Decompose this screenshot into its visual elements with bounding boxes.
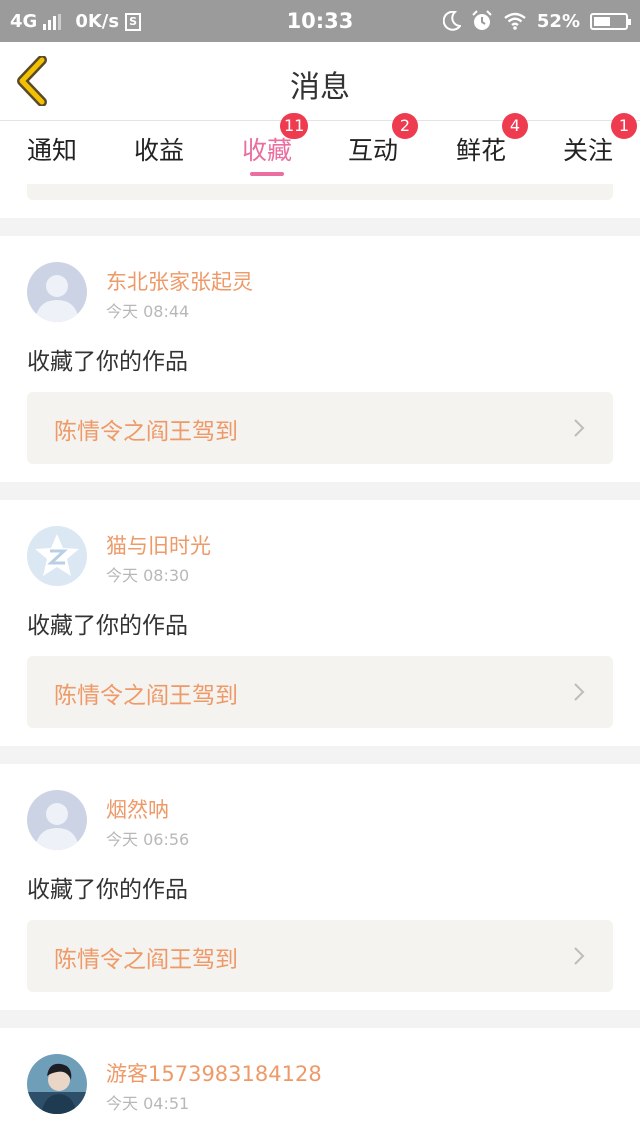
unread-badge: 4 (502, 113, 528, 139)
battery-fill (594, 16, 610, 26)
timestamp: 今天 08:44 (106, 302, 190, 321)
tab-label: 收益 (134, 136, 185, 165)
message-card[interactable]: 游客1573983184128 今天 04:51 (0, 1028, 640, 1138)
tab-label: 互动 (348, 136, 399, 165)
timestamp: 今天 04:51 (106, 1094, 190, 1113)
tab-label: 关注 (563, 136, 614, 165)
timestamp: 今天 08:30 (106, 566, 190, 585)
username[interactable]: 烟然呐 (106, 794, 169, 824)
tab-notice[interactable]: 通知 (27, 131, 77, 167)
work-link[interactable]: 陈情令之阎王驾到 (27, 656, 613, 728)
partial-message-card (0, 184, 640, 218)
work-title: 陈情令之阎王驾到 (54, 419, 238, 445)
tab-bar: 通知 收益 收藏 11 互动 2 鲜花 4 关注 1 (0, 113, 640, 185)
message-card[interactable]: 烟然呐 今天 06:56 收藏了你的作品 陈情令之阎王驾到 (0, 764, 640, 1010)
tab-label: 通知 (27, 136, 78, 165)
wifi-icon (504, 12, 526, 30)
work-title: 陈情令之阎王驾到 (54, 947, 238, 973)
action-text: 收藏了你的作品 (27, 613, 188, 639)
qq-avatar-icon[interactable] (27, 526, 87, 586)
battery-icon (590, 12, 631, 30)
page-title: 消息 (290, 70, 350, 105)
tab-interaction[interactable]: 互动 2 (348, 113, 418, 167)
battery-percent: 52% (536, 10, 580, 32)
moon-icon (442, 11, 461, 31)
unread-badge: 2 (392, 113, 418, 139)
status-right: 52% (442, 10, 631, 32)
tab-favorites[interactable]: 收藏 11 (242, 113, 309, 176)
chevron-right-icon (574, 947, 585, 965)
work-link[interactable]: 陈情令之阎王驾到 (27, 920, 613, 992)
timestamp: 今天 06:56 (106, 830, 190, 849)
tab-flowers[interactable]: 鲜花 4 (456, 113, 528, 167)
tab-follow[interactable]: 关注 1 (563, 113, 637, 167)
chevron-right-icon (574, 419, 585, 437)
message-card[interactable]: 东北张家张起灵 今天 08:44 收藏了你的作品 陈情令之阎王驾到 (0, 236, 640, 482)
alarm-icon (472, 10, 492, 30)
status-bar: 4G 0K/s S 10:33 52% (0, 0, 640, 42)
work-link[interactable]: 陈情令之阎王驾到 (27, 392, 613, 464)
default-avatar-icon[interactable] (27, 790, 87, 850)
active-tab-indicator (250, 172, 285, 176)
photo-avatar[interactable] (27, 1054, 87, 1114)
unread-badge: 1 (611, 113, 637, 139)
action-text: 收藏了你的作品 (27, 877, 188, 903)
work-title: 陈情令之阎王驾到 (54, 683, 238, 709)
work-link-partial[interactable] (27, 184, 613, 200)
header: 消息 (0, 42, 640, 120)
tab-label: 收藏 (242, 136, 293, 165)
message-card[interactable]: 猫与旧时光 今天 08:30 收藏了你的作品 陈情令之阎王驾到 (0, 500, 640, 746)
tab-earnings[interactable]: 收益 (134, 131, 184, 167)
username[interactable]: 游客1573983184128 (106, 1058, 322, 1088)
chevron-right-icon (574, 683, 585, 701)
unread-badge: 11 (280, 113, 309, 139)
action-text: 收藏了你的作品 (27, 349, 188, 375)
username[interactable]: 东北张家张起灵 (106, 266, 253, 296)
tab-label: 鲜花 (456, 136, 507, 165)
default-avatar-icon[interactable] (27, 262, 87, 322)
username[interactable]: 猫与旧时光 (106, 530, 211, 560)
